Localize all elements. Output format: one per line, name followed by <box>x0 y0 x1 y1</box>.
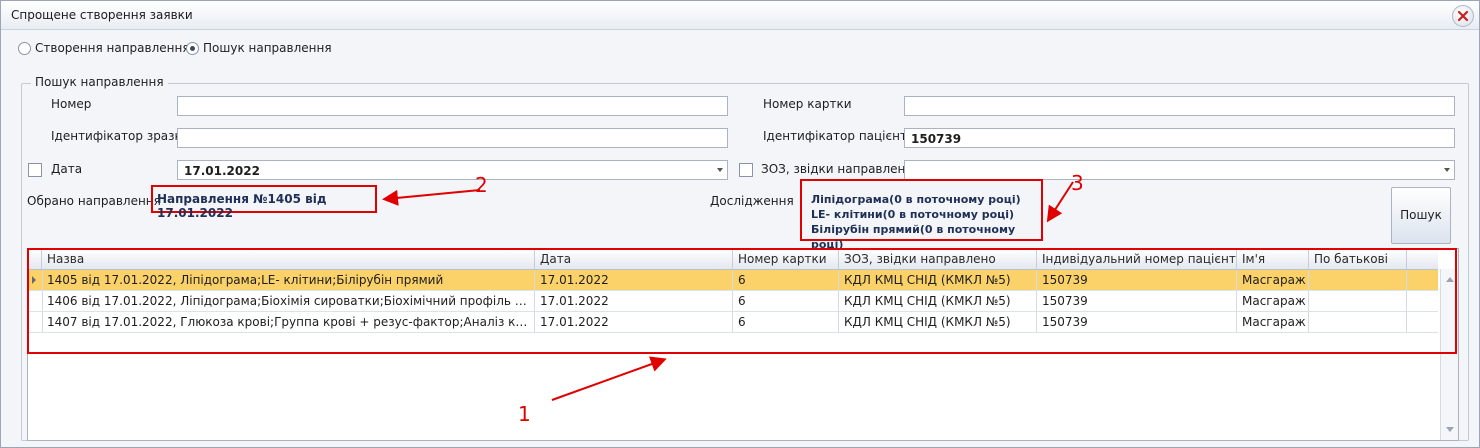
column-header-first-name[interactable]: Ім'я <box>1237 249 1309 269</box>
chevron-down-icon[interactable] <box>1444 168 1450 172</box>
radio-create-direction[interactable]: Створення направлення <box>18 41 190 55</box>
cell-card: 6 <box>733 270 839 290</box>
column-header-patient[interactable]: Індивідуальний номер пацієнта <box>1037 249 1237 269</box>
number-label: Номер <box>51 97 92 111</box>
facility-dropdown[interactable] <box>904 160 1455 180</box>
cell-card: 6 <box>733 312 839 332</box>
close-icon <box>1457 10 1469 22</box>
card-number-input[interactable] <box>904 96 1455 116</box>
radio-create-label: Створення направлення <box>35 41 190 55</box>
column-header-date[interactable]: Дата <box>535 249 733 269</box>
number-input[interactable] <box>177 96 728 116</box>
column-header-facility[interactable]: ЗОЗ, звідки направлено <box>839 249 1037 269</box>
cell-first-name: Масгараж <box>1237 291 1309 311</box>
date-value: 17.01.2022 <box>184 164 260 178</box>
cell-name: 1406 від 17.01.2022, Ліпідограма;Біохімі… <box>42 291 535 311</box>
cell-date: 17.01.2022 <box>535 312 733 332</box>
cell-patronymic <box>1309 291 1407 311</box>
card-number-label: Номер картки <box>763 97 852 111</box>
cell-name: 1407 від 17.01.2022, Глюкоза крові;Групп… <box>42 312 535 332</box>
row-indicator <box>28 312 43 332</box>
column-header-patronymic[interactable]: По батькові <box>1309 249 1407 269</box>
study-item: Ліпідограма(0 в поточному році) <box>811 193 1021 206</box>
column-header-name[interactable]: Назва <box>42 249 535 269</box>
cell-patient: 150739 <box>1037 312 1237 332</box>
annotation-label-3: 3 <box>1071 171 1084 195</box>
row-indicator <box>28 291 43 311</box>
date-dropdown[interactable]: 17.01.2022 <box>177 160 728 180</box>
cell-date: 17.01.2022 <box>535 270 733 290</box>
grid-header: Назва Дата Номер картки ЗОЗ, звідки напр… <box>28 249 1438 270</box>
cell-date: 17.01.2022 <box>535 291 733 311</box>
scroll-down-icon[interactable] <box>1446 427 1454 432</box>
radio-search-label: Пошук направлення <box>203 41 332 55</box>
cell-patronymic <box>1309 270 1407 290</box>
studies-list: Ліпідограма(0 в поточному році) LE- кліт… <box>800 179 1043 251</box>
date-checkbox[interactable] <box>28 163 42 177</box>
close-button[interactable] <box>1452 5 1474 27</box>
header-indicator <box>28 249 42 269</box>
cell-facility: КДЛ КМЦ СНІД (КМКЛ №5) <box>839 312 1037 332</box>
title-bar: Спрощене створення заявки <box>1 1 1479 30</box>
sample-id-label: Ідентифікатор зразку <box>51 129 189 143</box>
date-label: Дата <box>51 162 83 176</box>
cell-patient: 150739 <box>1037 270 1237 290</box>
radio-search-direction[interactable]: Пошук направлення <box>186 41 332 55</box>
table-row[interactable]: 1407 від 17.01.2022, Глюкоза крові;Групп… <box>28 312 1438 333</box>
selected-direction-label: Обрано направлення <box>27 194 161 208</box>
search-group-title: Пошук направлення <box>31 75 168 89</box>
row-indicator <box>28 270 43 290</box>
table-row[interactable]: 1406 від 17.01.2022, Ліпідограма;Біохімі… <box>28 291 1438 312</box>
facility-checkbox[interactable] <box>739 163 753 177</box>
study-item: LE- клітини(0 в поточному році) <box>811 208 1015 221</box>
cell-facility: КДЛ КМЦ СНІД (КМКЛ №5) <box>839 291 1037 311</box>
sample-id-input[interactable] <box>177 128 728 148</box>
column-header-card[interactable]: Номер картки <box>733 249 839 269</box>
cell-first-name: Масгараж <box>1237 270 1309 290</box>
table-row[interactable]: 1405 від 17.01.2022, Ліпідограма;LE- клі… <box>28 270 1438 291</box>
radio-create-dot[interactable] <box>18 41 31 55</box>
chevron-down-icon[interactable] <box>717 168 723 172</box>
window-title: Спрощене створення заявки <box>11 8 193 22</box>
patient-id-input[interactable]: 150739 <box>904 128 1455 148</box>
search-button[interactable]: Пошук <box>1391 187 1451 244</box>
cell-name: 1405 від 17.01.2022, Ліпідограма;LE- клі… <box>42 270 535 290</box>
cell-facility: КДЛ КМЦ СНІД (КМКЛ №5) <box>839 270 1037 290</box>
studies-label: Дослідження <box>710 194 794 208</box>
directions-grid[interactable]: Назва Дата Номер картки ЗОЗ, звідки напр… <box>27 248 1459 441</box>
radio-search-dot[interactable] <box>186 41 199 55</box>
patient-id-label: Ідентифікатор пацієнта <box>763 129 915 143</box>
cell-patronymic <box>1309 312 1407 332</box>
scroll-up-icon[interactable] <box>1446 277 1454 282</box>
annotation-label-2: 2 <box>475 173 488 197</box>
grid-vertical-scrollbar[interactable] <box>1440 269 1458 440</box>
facility-label: ЗОЗ, звідки направлено <box>761 162 913 176</box>
selected-direction-value: Направлення №1405 від 17.01.2022 <box>151 185 377 220</box>
cell-card: 6 <box>733 291 839 311</box>
cell-patient: 150739 <box>1037 291 1237 311</box>
cell-first-name: Масгараж <box>1237 312 1309 332</box>
annotation-label-1: 1 <box>518 402 531 426</box>
